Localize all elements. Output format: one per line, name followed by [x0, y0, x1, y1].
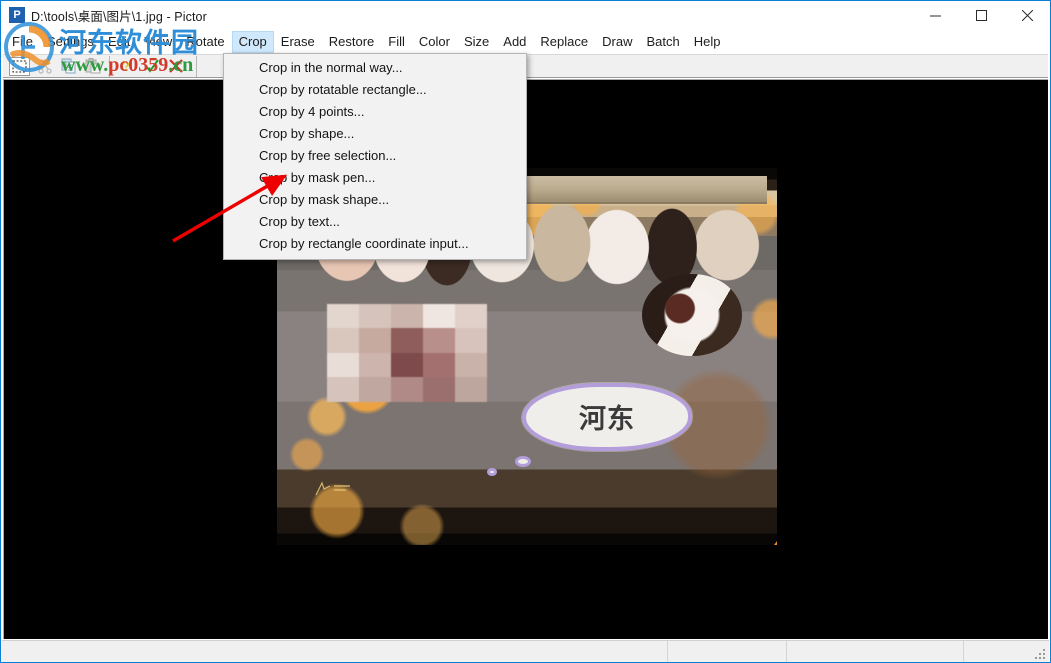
menu-replace[interactable]: Replace: [533, 31, 595, 53]
copy-button[interactable]: [57, 55, 81, 77]
menu-restore[interactable]: Restore: [322, 31, 382, 53]
window-controls: [912, 1, 1050, 29]
green-check-icon: [144, 58, 160, 74]
svg-text:?: ?: [123, 60, 130, 74]
paste-icon: [85, 58, 101, 74]
selection-rectangle-icon: [12, 60, 27, 73]
menu-item-crop-free-selection[interactable]: Crop by free selection...: [224, 145, 526, 167]
menu-view[interactable]: View: [137, 31, 179, 53]
menu-help[interactable]: Help: [687, 31, 728, 53]
menu-erase[interactable]: Erase: [274, 31, 322, 53]
resize-grip-icon[interactable]: [1035, 649, 1047, 661]
menu-item-crop-text[interactable]: Crop by text...: [224, 211, 526, 233]
photo-corner-logo-icon: [312, 481, 382, 497]
menu-draw[interactable]: Draw: [595, 31, 639, 53]
menu-item-crop-normal[interactable]: Crop in the normal way...: [224, 57, 526, 79]
help-button[interactable]: ?: [116, 55, 140, 77]
cancel-button[interactable]: [164, 55, 188, 77]
menu-add[interactable]: Add: [496, 31, 533, 53]
close-icon: [1022, 10, 1033, 21]
question-help-icon: ?: [121, 58, 135, 74]
copy-icon: [61, 58, 77, 74]
minimize-icon: [930, 10, 941, 21]
cut-button[interactable]: [33, 55, 57, 77]
menu-settings[interactable]: Settings: [40, 31, 101, 53]
photo-dog-face: [642, 274, 742, 357]
speech-bubble-text: 河东: [579, 397, 635, 436]
menu-file[interactable]: File: [5, 31, 40, 53]
menu-item-crop-4-points[interactable]: Crop by 4 points...: [224, 101, 526, 123]
menu-size[interactable]: Size: [457, 31, 496, 53]
speech-bubble-dot-small: [487, 468, 497, 476]
menu-item-crop-rotatable-rectangle[interactable]: Crop by rotatable rectangle...: [224, 79, 526, 101]
crop-dropdown-menu: Crop in the normal way... Crop by rotata…: [223, 53, 527, 260]
selection-rectangle-button[interactable]: [9, 57, 30, 76]
app-icon: P: [9, 7, 25, 23]
close-button[interactable]: [1004, 1, 1050, 29]
maximize-icon: [976, 10, 987, 21]
menu-rotate[interactable]: Rotate: [179, 31, 231, 53]
speech-bubble-dot-large: [515, 456, 531, 467]
menu-bar: File Settings Edit View Rotate Crop Eras…: [1, 29, 1050, 54]
speech-bubble: 河东: [522, 383, 692, 451]
photo-corner-marker: [771, 541, 777, 545]
pictor-window: P D:\tools\桌面\图片\1.jpg - Pictor: [0, 0, 1051, 663]
toolbar-separator: [109, 56, 110, 77]
toolbar-separator-2: [196, 56, 197, 77]
menu-edit[interactable]: Edit: [101, 31, 137, 53]
menu-item-crop-rectangle-coordinate[interactable]: Crop by rectangle coordinate input...: [224, 233, 526, 255]
menu-fill[interactable]: Fill: [381, 31, 412, 53]
red-cross-icon: [168, 58, 184, 74]
status-cell-1: [2, 641, 668, 663]
menu-item-crop-mask-pen[interactable]: Crop by mask pen...: [224, 167, 526, 189]
menu-item-crop-shape[interactable]: Crop by shape...: [224, 123, 526, 145]
menu-batch[interactable]: Batch: [639, 31, 686, 53]
menu-crop[interactable]: Crop: [232, 31, 274, 53]
status-cell-2: [668, 641, 787, 663]
status-cell-4: [964, 641, 1049, 663]
status-bar: [2, 640, 1049, 662]
menu-color[interactable]: Color: [412, 31, 457, 53]
scissors-cut-icon: [37, 58, 53, 74]
maximize-button[interactable]: [958, 1, 1004, 29]
status-cell-3: [787, 641, 964, 663]
paste-button[interactable]: [81, 55, 105, 77]
title-bar: P D:\tools\桌面\图片\1.jpg - Pictor: [1, 1, 1050, 29]
confirm-button[interactable]: [140, 55, 164, 77]
window-title: D:\tools\桌面\图片\1.jpg - Pictor: [31, 6, 207, 25]
menu-item-crop-mask-shape[interactable]: Crop by mask shape...: [224, 189, 526, 211]
mosaic-censor-block: [327, 304, 487, 402]
minimize-button[interactable]: [912, 1, 958, 29]
photo-corner-logo: [312, 481, 402, 504]
